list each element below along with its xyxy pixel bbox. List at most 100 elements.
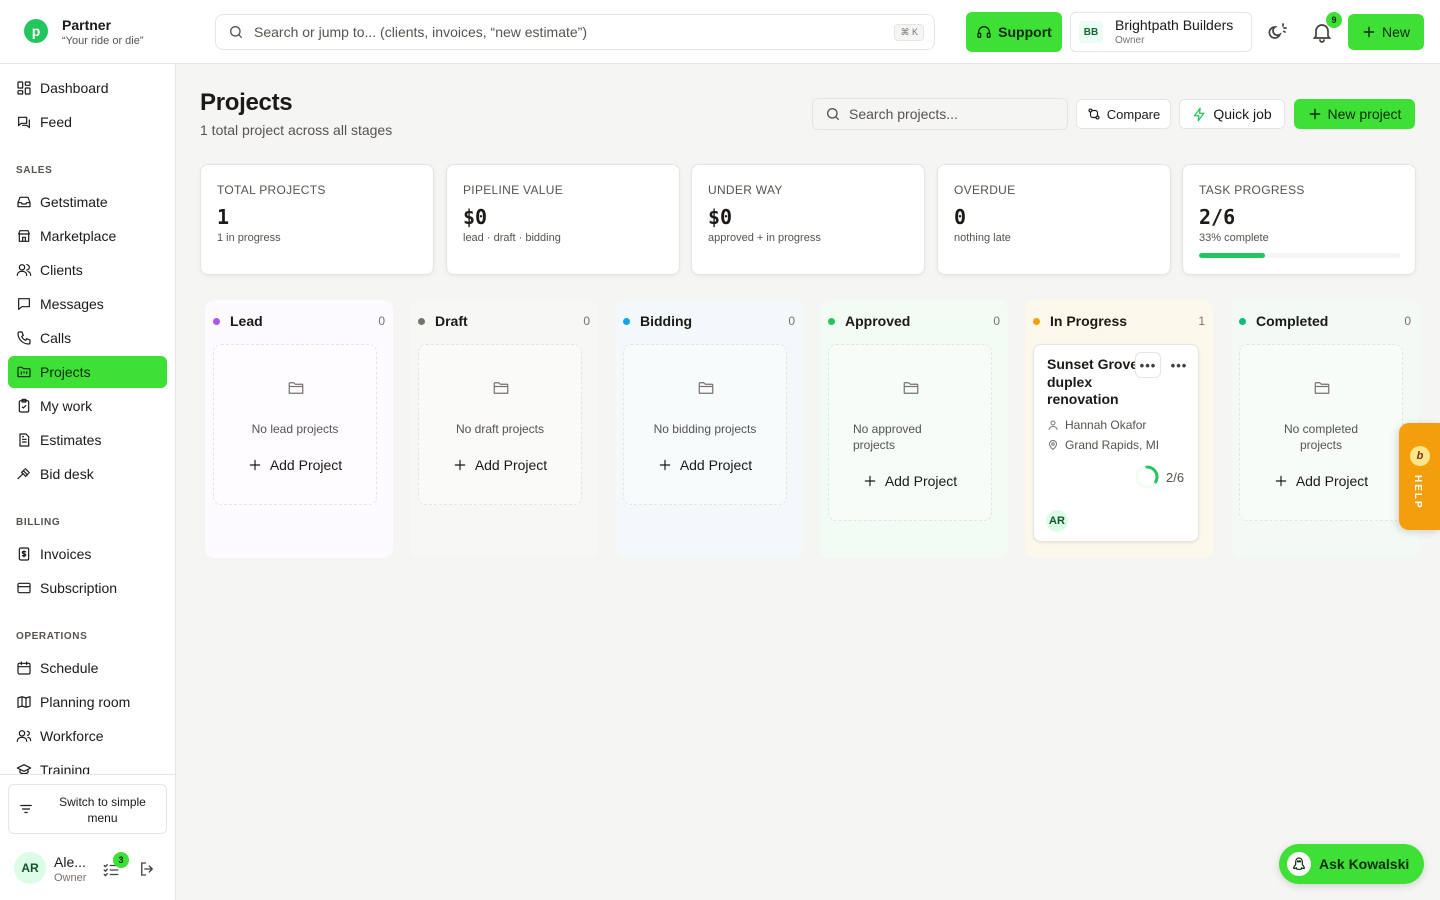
logout-icon[interactable] (138, 860, 156, 878)
users-icon (16, 264, 32, 276)
card-menu-icon[interactable]: ••• (1166, 352, 1192, 378)
stat-label: TOTAL PROJECTS (217, 183, 326, 197)
column-lead: Lead 0 No lead projects Add Project (205, 300, 393, 558)
empty-state: No approved projects Add Project (828, 344, 992, 521)
compare-button[interactable]: Compare (1076, 99, 1171, 129)
global-search-input[interactable] (254, 24, 934, 40)
theme-toggle-icon[interactable] (1266, 20, 1290, 44)
sidebar-item-calls[interactable]: Calls (8, 322, 167, 354)
column-header: Completed 0 (1239, 312, 1411, 330)
column-count: 0 (993, 314, 1000, 328)
sidebar-item-messages[interactable]: Messages (8, 288, 167, 320)
user-icon (1048, 420, 1058, 430)
add-project-label: Add Project (269, 457, 343, 473)
stat-label: PIPELINE VALUE (463, 183, 564, 197)
stat-value: $0 (708, 205, 733, 229)
stat-description: 1 in progress (217, 232, 281, 244)
folder-icon (1314, 382, 1330, 394)
sidebar-item-feed[interactable]: Feed (8, 106, 167, 138)
new-button[interactable]: New (1348, 14, 1424, 50)
support-button[interactable]: Support (966, 12, 1062, 52)
brand-tagline: “Your ride or die” (62, 35, 144, 47)
project-search-input[interactable] (849, 106, 1067, 122)
sidebar-item-planning-room[interactable]: Planning room (8, 686, 167, 718)
sidebar-item-invoices[interactable]: Invoices (8, 538, 167, 570)
partner-logo-icon[interactable]: p (24, 19, 48, 43)
folder-icon (903, 382, 919, 394)
sidebar-item-my-work[interactable]: My work (8, 390, 167, 422)
empty-state: No lead projects Add Project (213, 344, 377, 505)
folder-icon (493, 382, 509, 394)
column-count: 0 (788, 314, 795, 328)
map-icon (17, 696, 31, 708)
more-options-icon[interactable]: ••• (1135, 352, 1161, 378)
sidebar-item-label: Workforce (40, 728, 104, 744)
project-title: Sunset Grove duplex renovation (1047, 356, 1139, 407)
column-draft: Draft 0 No draft projects Add Project (410, 300, 598, 558)
stat-description: lead · draft · bidding (463, 232, 561, 244)
phone-icon (17, 331, 31, 345)
project-card[interactable]: Sunset Grove duplex renovation ••• ••• H… (1033, 344, 1199, 542)
ask-assistant-button[interactable]: Ask Kowalski (1279, 844, 1424, 884)
column-title: Draft (435, 313, 468, 329)
sidebar-item-label: Estimates (40, 432, 102, 448)
stat-card-task-progress: TASK PROGRESS 2/6 33% complete (1182, 164, 1416, 275)
page-title: Projects (200, 89, 293, 116)
plus-icon (1275, 475, 1287, 487)
sidebar-item-training[interactable]: Training (8, 754, 167, 774)
page-subtitle: 1 total project across all stages (200, 122, 393, 138)
add-project-button[interactable]: Add Project (1240, 471, 1402, 491)
switch-simple-menu-button[interactable]: Switch to simple menu (8, 784, 167, 834)
plus-icon (659, 459, 671, 471)
shortcut-hint: ⌘ K (894, 24, 924, 41)
add-project-button[interactable]: Add Project (419, 455, 581, 475)
sidebar-item-schedule[interactable]: Schedule (8, 652, 167, 684)
sidebar-item-estimates[interactable]: Estimates (8, 424, 167, 456)
empty-state-text: No lead projects (251, 422, 339, 436)
sidebar-item-clients[interactable]: Clients (8, 254, 167, 286)
sidebar-item-bid-desk[interactable]: Bid desk (8, 458, 167, 490)
org-switcher[interactable]: BB Brightpath Builders Owner (1070, 12, 1252, 52)
column-count: 0 (583, 314, 590, 328)
task-count-badge: 3 (113, 852, 129, 868)
avatar[interactable]: AR (14, 852, 46, 884)
plus-icon (864, 475, 876, 487)
compare-arrows-icon (1088, 108, 1100, 120)
sidebar-item-dashboard[interactable]: Dashboard (8, 72, 167, 104)
sidebar-item-label: Bid desk (40, 466, 94, 482)
task-progress-fill (1199, 253, 1266, 258)
column-header: Lead 0 (213, 312, 385, 330)
message-icon (18, 298, 30, 310)
graduation-cap-icon (16, 764, 32, 774)
add-project-button[interactable]: Add Project (624, 455, 786, 475)
add-project-button[interactable]: Add Project (829, 471, 991, 491)
sidebar-item-workforce[interactable]: Workforce (8, 720, 167, 752)
sidebar-item-projects[interactable]: Projects (8, 356, 167, 388)
column-title: Lead (230, 313, 263, 329)
brand-name: Partner (62, 17, 112, 33)
org-avatar: BB (1079, 21, 1103, 43)
status-dot (828, 317, 835, 325)
sidebar-item-marketplace[interactable]: Marketplace (8, 220, 167, 252)
feed-icon (18, 116, 30, 129)
sidebar-item-subscription[interactable]: Subscription (8, 572, 167, 604)
add-project-button[interactable]: Add Project (214, 455, 376, 475)
column-header: Draft 0 (418, 312, 590, 330)
sidebar-item-label: Dashboard (40, 80, 109, 96)
global-search[interactable]: ⌘ K (215, 14, 935, 50)
sidebar-item-getstimate[interactable]: Getstimate (8, 186, 167, 218)
new-project-button[interactable]: New project (1294, 99, 1415, 129)
sidebar-item-label: Schedule (40, 660, 99, 676)
stat-card-pipeline-value: PIPELINE VALUE $0 lead · draft · bidding (446, 164, 680, 275)
empty-state: No completed projects Add Project (1239, 344, 1403, 521)
help-tab[interactable]: b HELP (1399, 423, 1440, 530)
sidebar-item-label: Planning room (40, 694, 131, 710)
lightning-icon (1194, 107, 1205, 121)
progress-ring (1135, 465, 1159, 489)
empty-state-text: No approved projects (853, 422, 922, 452)
project-search[interactable] (812, 98, 1068, 130)
credit-card-icon (17, 582, 31, 594)
quick-job-button[interactable]: Quick job (1179, 99, 1285, 129)
empty-state-text: No completed projects (1283, 422, 1359, 452)
project-client: Hannah Okafor (1047, 418, 1146, 432)
